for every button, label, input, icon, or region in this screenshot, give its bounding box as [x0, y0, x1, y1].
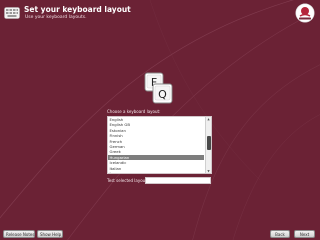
page-title: Set your keyboard layout	[24, 5, 131, 14]
test-layout-label: Test selected layout:	[107, 178, 149, 183]
layout-list-scrollbar[interactable]: ▲ ▼	[205, 117, 211, 173]
keyboard-keys-illustration: F Q	[144, 72, 173, 104]
back-button[interactable]: Back	[270, 230, 290, 238]
scroll-up-icon[interactable]: ▲	[206, 117, 211, 121]
scroll-thumb[interactable]	[206, 136, 211, 150]
scroll-down-icon[interactable]: ▼	[206, 169, 211, 173]
test-layout-input[interactable]	[145, 177, 211, 184]
layout-list-label: Choose a keyboard layout:	[107, 109, 161, 114]
layout-items: English English GB Estonian Finnish French Ge…	[108, 117, 211, 173]
layout-list[interactable]: English English GB Estonian Finnish French Ge…	[107, 116, 212, 174]
key-q-label: Q	[158, 88, 167, 101]
distro-logo-icon	[295, 3, 315, 23]
layout-item[interactable]: Japanese	[108, 171, 204, 173]
keyboard-icon	[4, 7, 20, 19]
next-button[interactable]: Next	[294, 230, 315, 238]
header: Set your keyboard layout Use your keyboa…	[4, 3, 316, 25]
page-subtitle: Use your keyboard layouts.	[25, 15, 87, 20]
release-notes-button[interactable]: Release Notes	[3, 230, 35, 238]
show-help-button[interactable]: Show Help	[37, 230, 63, 238]
key-q: Q	[152, 83, 173, 104]
